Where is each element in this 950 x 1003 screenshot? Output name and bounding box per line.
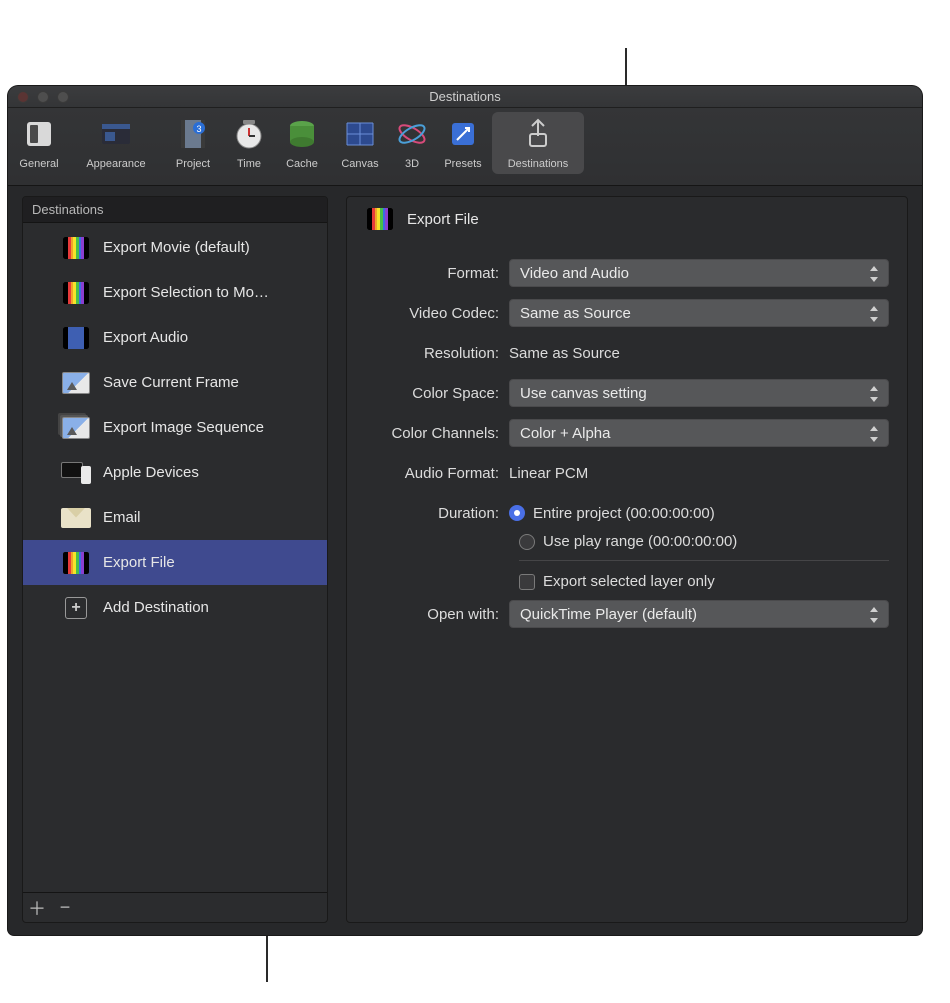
sidebar-item-email[interactable]: Email bbox=[23, 495, 327, 540]
film-icon bbox=[61, 281, 91, 305]
toolbar-3d[interactable]: 3D bbox=[390, 112, 434, 170]
format-popup[interactable]: Video and Audio bbox=[509, 259, 889, 287]
toolbar-project[interactable]: 3 Project bbox=[162, 112, 224, 170]
sidebar-item-image-sequence[interactable]: Export Image Sequence bbox=[23, 405, 327, 450]
chevron-updown-icon bbox=[868, 605, 882, 625]
openwith-label: Open with: bbox=[365, 606, 509, 623]
canvas-icon bbox=[338, 114, 382, 154]
sidebar-item-apple-devices[interactable]: Apple Devices bbox=[23, 450, 327, 495]
divider bbox=[519, 560, 889, 561]
destinations-sidebar: Destinations Export Movie (default) Expo… bbox=[22, 196, 328, 923]
sidebar-item-label: Export Image Sequence bbox=[103, 419, 264, 436]
film-icon bbox=[61, 326, 91, 350]
sidebar-item-export-file[interactable]: Export File bbox=[23, 540, 327, 585]
resolution-value: Same as Source bbox=[509, 345, 889, 362]
minimize-button[interactable] bbox=[37, 91, 49, 103]
film-icon bbox=[61, 236, 91, 260]
sidebar-item-save-frame[interactable]: Save Current Frame bbox=[23, 360, 327, 405]
devices-icon bbox=[61, 461, 91, 485]
film-icon bbox=[365, 207, 395, 231]
codec-popup[interactable]: Same as Source bbox=[509, 299, 889, 327]
sidebar-item-export-selection[interactable]: Export Selection to Mo… bbox=[23, 270, 327, 315]
chevron-updown-icon bbox=[868, 424, 882, 444]
channels-popup[interactable]: Color + Alpha bbox=[509, 419, 889, 447]
colorspace-label: Color Space: bbox=[365, 385, 509, 402]
duration-label: Duration: bbox=[365, 505, 509, 522]
duration-entire-project[interactable]: Entire project (00:00:00:00) bbox=[509, 505, 715, 522]
project-icon: 3 bbox=[171, 114, 215, 154]
resolution-label: Resolution: bbox=[365, 345, 509, 362]
toolbar-canvas[interactable]: Canvas bbox=[330, 112, 390, 170]
destinations-icon bbox=[516, 114, 560, 154]
panel-title: Export File bbox=[407, 211, 479, 228]
envelope-icon bbox=[61, 506, 91, 530]
sidebar-item-export-audio[interactable]: Export Audio bbox=[23, 315, 327, 360]
toolbar-presets[interactable]: Presets bbox=[434, 112, 492, 170]
duration-play-range[interactable]: Use play range (00:00:00:00) bbox=[519, 533, 889, 550]
radio-icon bbox=[519, 534, 535, 550]
sidebar-item-label: Save Current Frame bbox=[103, 374, 239, 391]
settings-panel: Export File Format: Video and Audio Vide… bbox=[346, 196, 908, 923]
general-icon bbox=[17, 114, 61, 154]
add-button[interactable]: ＋ bbox=[23, 894, 51, 922]
time-icon bbox=[227, 114, 271, 154]
appearance-icon bbox=[94, 114, 138, 154]
content-area: Destinations Export Movie (default) Expo… bbox=[22, 196, 908, 923]
sidebar-item-label: Export Movie (default) bbox=[103, 239, 250, 256]
svg-text:3: 3 bbox=[196, 124, 201, 134]
toolbar-time[interactable]: Time bbox=[224, 112, 274, 170]
colorspace-popup[interactable]: Use canvas setting bbox=[509, 379, 889, 407]
toolbar-cache[interactable]: Cache bbox=[274, 112, 330, 170]
sidebar-item-add-destination[interactable]: + Add Destination bbox=[23, 585, 327, 630]
toolbar-destinations[interactable]: Destinations bbox=[492, 112, 584, 174]
titlebar: Destinations bbox=[8, 86, 922, 108]
sidebar-item-export-movie[interactable]: Export Movie (default) bbox=[23, 225, 327, 270]
chevron-updown-icon bbox=[868, 384, 882, 404]
sidebar-list: Export Movie (default) Export Selection … bbox=[23, 223, 327, 892]
sidebar-footer: ＋ − bbox=[23, 892, 327, 922]
codec-label: Video Codec: bbox=[365, 305, 509, 322]
sidebar-item-label: Email bbox=[103, 509, 141, 526]
sidebar-item-label: Apple Devices bbox=[103, 464, 199, 481]
checkbox-icon bbox=[519, 574, 535, 590]
radio-icon bbox=[509, 505, 525, 521]
panel-title-row: Export File bbox=[365, 207, 889, 231]
format-label: Format: bbox=[365, 265, 509, 282]
toolbar-appearance[interactable]: Appearance bbox=[70, 112, 162, 170]
window-title: Destinations bbox=[429, 89, 501, 104]
3d-icon bbox=[390, 114, 434, 154]
chevron-updown-icon bbox=[868, 264, 882, 284]
audiofmt-value: Linear PCM bbox=[509, 465, 889, 482]
sidebar-item-label: Export Selection to Mo… bbox=[103, 284, 269, 301]
chevron-updown-icon bbox=[868, 304, 882, 324]
preferences-window: Destinations General Appearance 3 Projec… bbox=[8, 86, 922, 935]
remove-button[interactable]: − bbox=[51, 894, 79, 922]
photo-icon bbox=[61, 371, 91, 395]
close-button[interactable] bbox=[17, 91, 29, 103]
export-selected-checkbox[interactable]: Export selected layer only bbox=[519, 573, 889, 590]
toolbar-general[interactable]: General bbox=[8, 112, 70, 170]
sidebar-item-label: Export Audio bbox=[103, 329, 188, 346]
plus-box-icon: + bbox=[61, 596, 91, 620]
presets-icon bbox=[441, 114, 485, 154]
traffic-lights bbox=[17, 91, 69, 103]
film-icon bbox=[61, 551, 91, 575]
sidebar-item-label: Add Destination bbox=[103, 599, 209, 616]
cache-icon bbox=[280, 114, 324, 154]
photo-stack-icon bbox=[61, 416, 91, 440]
toolbar: General Appearance 3 Project Time Cache bbox=[8, 108, 922, 186]
channels-label: Color Channels: bbox=[365, 425, 509, 442]
sidebar-item-label: Export File bbox=[103, 554, 175, 571]
audiofmt-label: Audio Format: bbox=[365, 465, 509, 482]
openwith-popup[interactable]: QuickTime Player (default) bbox=[509, 600, 889, 628]
sidebar-header: Destinations bbox=[23, 197, 327, 223]
zoom-button[interactable] bbox=[57, 91, 69, 103]
